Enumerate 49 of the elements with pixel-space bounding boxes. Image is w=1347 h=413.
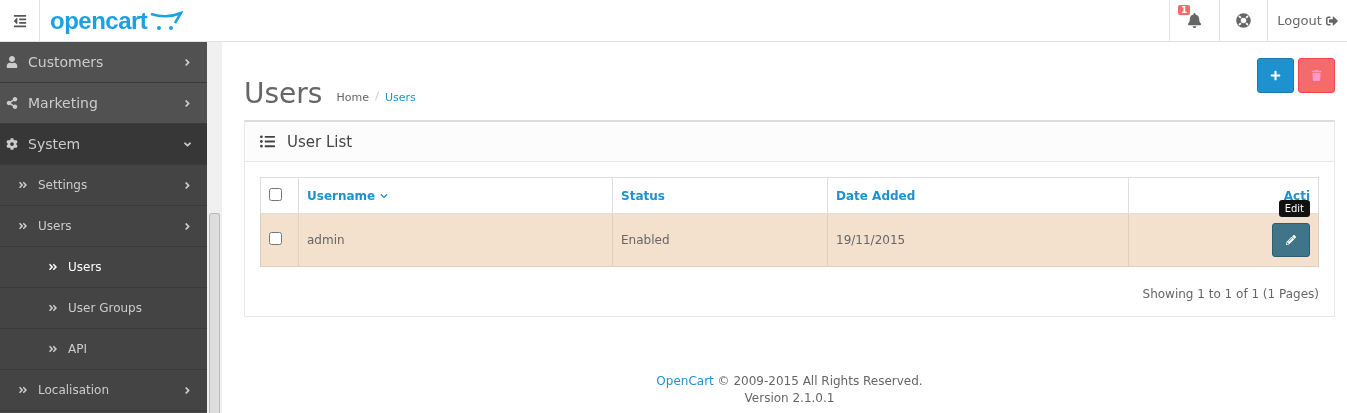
sort-chevron-icon [380, 191, 389, 200]
edit-button[interactable] [1272, 223, 1310, 257]
pencil-icon [1286, 235, 1296, 245]
plus-icon [1270, 70, 1281, 81]
tooltip: Edit [1278, 200, 1310, 217]
breadcrumb-divider-icon [374, 91, 379, 101]
double-chevron-icon [48, 303, 58, 313]
column-header[interactable]: Date Added [836, 188, 916, 203]
logout-icon [1325, 14, 1338, 27]
column-header[interactable]: Status [621, 188, 665, 203]
trash-icon [1311, 70, 1322, 81]
copyright-text: OpenCart © 2009-2015 All Rights Reserved. [655, 373, 924, 390]
share-icon [6, 97, 18, 109]
row-checkbox[interactable] [269, 232, 282, 245]
scrollbar-thumb[interactable] [209, 213, 220, 413]
double-chevron-icon [18, 221, 28, 231]
table-cell: 19/11/2015 [827, 213, 1129, 267]
breadcrumb-link[interactable]: Users [384, 91, 416, 104]
user-icon [6, 56, 18, 68]
logout-link[interactable]: Logout [1267, 0, 1347, 41]
double-chevron-icon [48, 262, 58, 272]
breadcrumb-link[interactable]: Home [336, 91, 369, 104]
chevron-right-icon [182, 56, 193, 68]
sidebar-item[interactable]: System [0, 124, 207, 165]
life-ring-icon[interactable] [1236, 13, 1251, 28]
sidebar-item[interactable]: Customers [0, 42, 207, 83]
column-header: Acti [1283, 188, 1310, 203]
double-chevron-icon [18, 180, 28, 190]
double-chevron-icon [48, 344, 58, 354]
gear-icon [6, 138, 18, 150]
chevron-right-icon [182, 97, 193, 109]
chevron-right-icon [182, 179, 193, 191]
notification-count: 1 [1178, 5, 1191, 15]
chevron-right-icon [182, 384, 193, 396]
version-text: Version 2.1.0.1 [743, 390, 836, 407]
double-chevron-icon [18, 385, 28, 395]
select-all-checkbox[interactable] [269, 187, 282, 201]
sidebar-item[interactable]: Marketing [0, 83, 207, 124]
pagination-text: Showing 1 to 1 of 1 (1 Pages) [1141, 287, 1319, 301]
chevron-right-icon [182, 220, 193, 232]
opencart-link[interactable]: OpenCart [656, 374, 714, 388]
list-icon [260, 134, 275, 149]
column-header[interactable]: Username [307, 188, 376, 203]
table-cell: Enabled [612, 213, 828, 267]
add-button[interactable] [1257, 58, 1294, 93]
bell-icon[interactable] [1187, 13, 1202, 28]
panel-title: User List [287, 132, 353, 151]
page-title: Users [244, 77, 323, 110]
table-cell: admin [298, 213, 613, 267]
